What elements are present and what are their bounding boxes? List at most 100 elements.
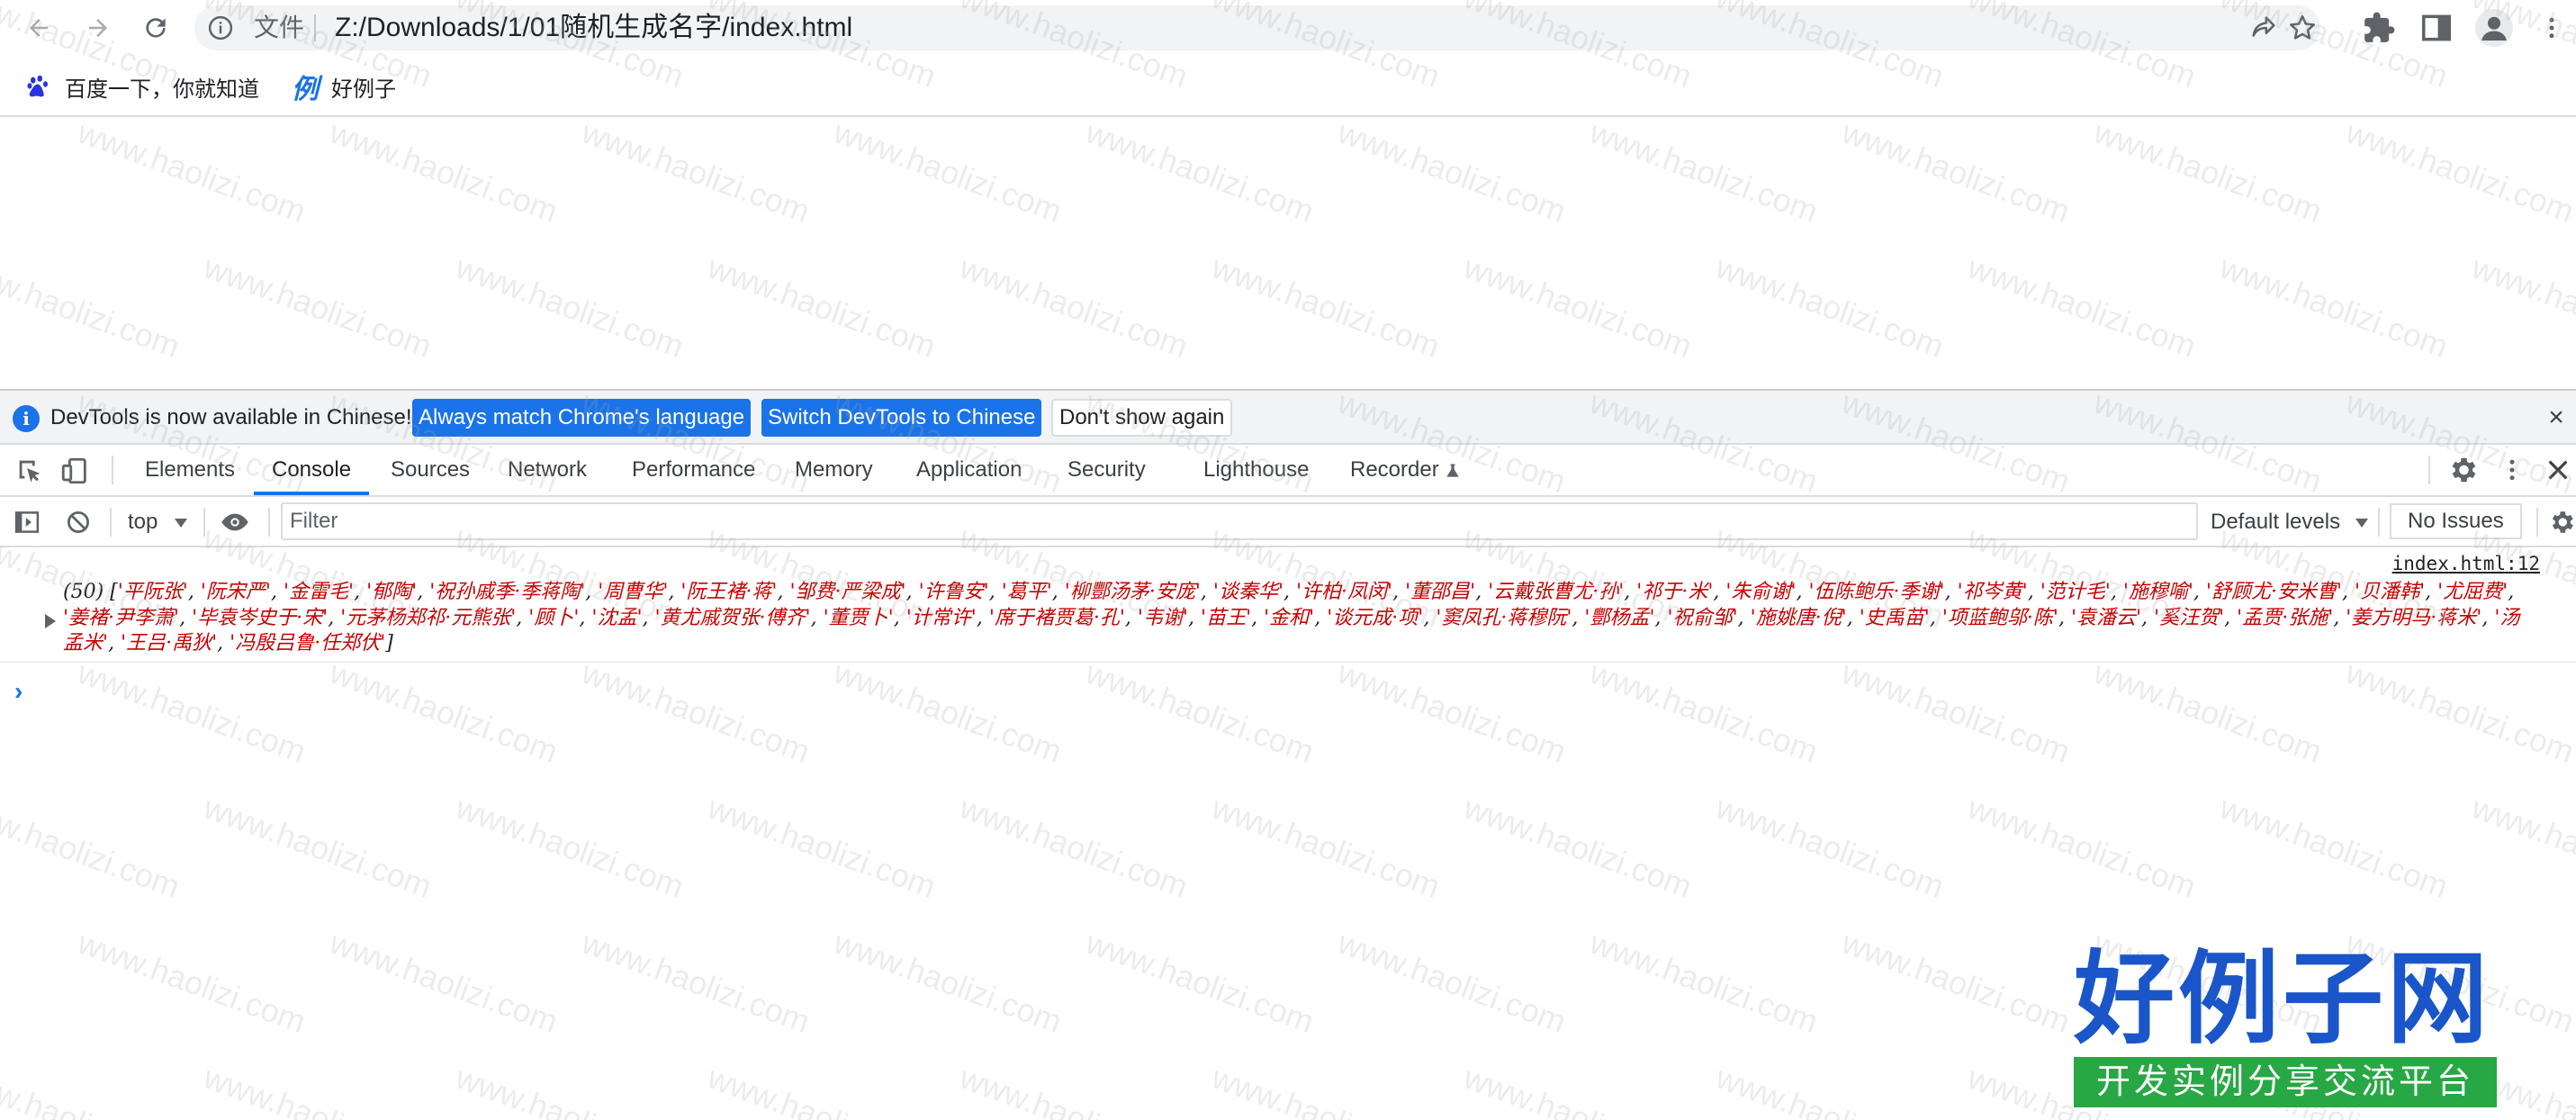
profile-avatar[interactable]: [2475, 9, 2513, 47]
array-item: '计常许': [905, 606, 977, 629]
array-item: '葛平': [1001, 581, 1052, 603]
array-item: '席于褚贾葛·孔': [988, 606, 1125, 629]
array-item: '郁陶': [366, 581, 418, 603]
array-item: '黄尤戚贺张·傅齐': [654, 606, 811, 629]
console-log-message: index.html:12 (50) ['平阮张', '阮宋严', '金雷毛',…: [0, 547, 2576, 663]
array-item: '祁于·米': [1636, 581, 1714, 603]
toolbar-divider: [2536, 508, 2538, 537]
clear-console-icon[interactable]: [65, 509, 92, 536]
array-item: '酆杨孟': [1584, 606, 1655, 629]
log-array-preview[interactable]: (50) ['平阮张', '阮宋严', '金雷毛', '郁陶', '祝孙戚季·季…: [63, 580, 2529, 657]
logo-title: 好例子网: [2074, 941, 2491, 1058]
device-toolbar-icon[interactable]: [59, 456, 90, 486]
array-item: '范计毛': [2040, 581, 2111, 603]
arrow-left-icon: [30, 19, 48, 37]
settings-gear-icon[interactable]: [2446, 454, 2479, 486]
toolbar-divider: [2378, 508, 2380, 537]
array-item: '金和': [1264, 606, 1315, 629]
array-item: '孟贾·张施': [2237, 606, 2334, 629]
close-devtools-icon[interactable]: [2544, 456, 2572, 484]
array-item: '施穆喻': [2122, 581, 2193, 603]
log-levels-label: Default levels: [2211, 510, 2341, 534]
array-item: '祁岑黄': [1957, 581, 2028, 603]
side-panel-icon[interactable]: [2419, 11, 2454, 45]
tab-elements[interactable]: Elements: [145, 445, 235, 495]
logo-subtitle: 开发实例分享交流平台: [2074, 1057, 2497, 1107]
tab-security[interactable]: Security: [1067, 445, 1146, 495]
bookmark-haolizi[interactable]: 例 好例子: [292, 68, 396, 104]
array-item: '尤屈费': [2437, 581, 2508, 603]
array-item: '苗王': [1201, 606, 1252, 629]
extensions-icon[interactable]: [2362, 11, 2396, 45]
reload-icon: [146, 18, 166, 38]
dont-show-again-button[interactable]: Don't show again: [1051, 399, 1233, 437]
array-item: '贝潘韩': [2355, 581, 2426, 603]
toolbar-divider: [2428, 456, 2430, 484]
tab-sources[interactable]: Sources: [391, 445, 470, 495]
tab-memory[interactable]: Memory: [795, 445, 873, 495]
array-item: '韦谢': [1137, 606, 1189, 629]
toolbar-divider: [203, 508, 205, 537]
log-levels-dropdown[interactable]: Default levels: [2211, 497, 2368, 547]
context-selector[interactable]: top: [128, 497, 188, 547]
back-button[interactable]: [18, 7, 59, 49]
array-item: '王吕·禹狄': [121, 632, 218, 655]
arrow-right-icon: [89, 19, 107, 37]
devtools-language-infobar: i DevTools is now available in Chinese! …: [0, 391, 2576, 445]
browser-toolbar: 文件 Z:/Downloads/1/01随机生成名字/index.html: [0, 0, 2576, 56]
array-item: '祝俞邹': [1667, 606, 1738, 629]
array-item: '奚汪贺': [2154, 606, 2225, 629]
bookmark-label: 好例子: [331, 77, 396, 102]
switch-to-chinese-button[interactable]: Switch DevTools to Chinese: [761, 399, 1042, 437]
reload-button[interactable]: [135, 7, 176, 49]
haolizi-icon: 例: [292, 75, 319, 104]
console-prompt-icon[interactable]: ›: [14, 677, 23, 706]
array-item: '谈元成·项': [1327, 606, 1424, 629]
array-item: '冯殷吕鲁·任郑伏': [230, 632, 386, 655]
share-icon[interactable]: [2248, 13, 2279, 43]
tab-console[interactable]: Console: [272, 445, 351, 495]
filter-input[interactable]: [283, 504, 2196, 538]
inspect-element-icon[interactable]: [14, 456, 45, 486]
always-match-language-button[interactable]: Always match Chrome's language: [412, 399, 752, 437]
sidebar-toggle-icon[interactable]: [13, 509, 41, 536]
array-item: '金雷毛': [283, 581, 355, 603]
context-label: top: [128, 510, 158, 534]
active-tab-indicator: [254, 492, 369, 495]
tab-recorder[interactable]: Recorder: [1350, 445, 1439, 495]
tab-application[interactable]: Application: [916, 445, 1022, 495]
dropdown-arrow-icon: [2355, 518, 2368, 528]
filter-box: [281, 502, 2198, 540]
live-expression-eye-icon[interactable]: [218, 508, 252, 537]
url-text[interactable]: Z:/Downloads/1/01随机生成名字/index.html: [335, 5, 852, 50]
array-item: '姜褚·尹李萧': [63, 606, 180, 629]
star-icon[interactable]: [2287, 13, 2318, 43]
array-item: '袁潘云': [2070, 606, 2142, 629]
infobar-close-icon[interactable]: ×: [2540, 402, 2572, 434]
address-bar[interactable]: 文件 Z:/Downloads/1/01随机生成名字/index.html: [194, 5, 2320, 50]
bookmarks-bar: 百度一下，你就知道 例 好例子: [0, 56, 2576, 117]
array-item: '项蓝鲍邬·陈': [1941, 606, 2058, 629]
tab-performance[interactable]: Performance: [632, 445, 755, 495]
array-item: '柳酆汤茅·安庞': [1064, 581, 1201, 603]
more-vert-icon[interactable]: [2538, 11, 2565, 45]
toolbar-divider: [112, 456, 113, 484]
log-source-link[interactable]: index.html:12: [2392, 553, 2540, 574]
array-item: '沈孟': [591, 606, 643, 629]
forward-button[interactable]: [77, 7, 119, 49]
console-settings-gear-icon[interactable]: [2547, 508, 2576, 537]
array-length: (50) [: [63, 581, 118, 603]
expand-triangle-icon[interactable]: [45, 614, 56, 628]
array-item: '平阮张': [117, 581, 188, 603]
issues-button[interactable]: No Issues: [2390, 503, 2522, 539]
info-icon[interactable]: [207, 14, 234, 41]
more-vert-icon[interactable]: [2499, 454, 2526, 486]
tab-lighthouse[interactable]: Lighthouse: [1203, 445, 1309, 495]
info-circle-icon: i: [13, 405, 40, 432]
array-item: '董邵昌': [1405, 581, 1476, 603]
array-item: '谈秦华': [1212, 581, 1283, 603]
tab-network[interactable]: Network: [508, 445, 587, 495]
bookmark-baidu[interactable]: 百度一下，你就知道: [25, 68, 259, 104]
devtools-tabs: Elements Console Sources Network Perform…: [0, 445, 2576, 497]
array-item: '元茅杨郑祁·元熊张': [340, 606, 517, 629]
